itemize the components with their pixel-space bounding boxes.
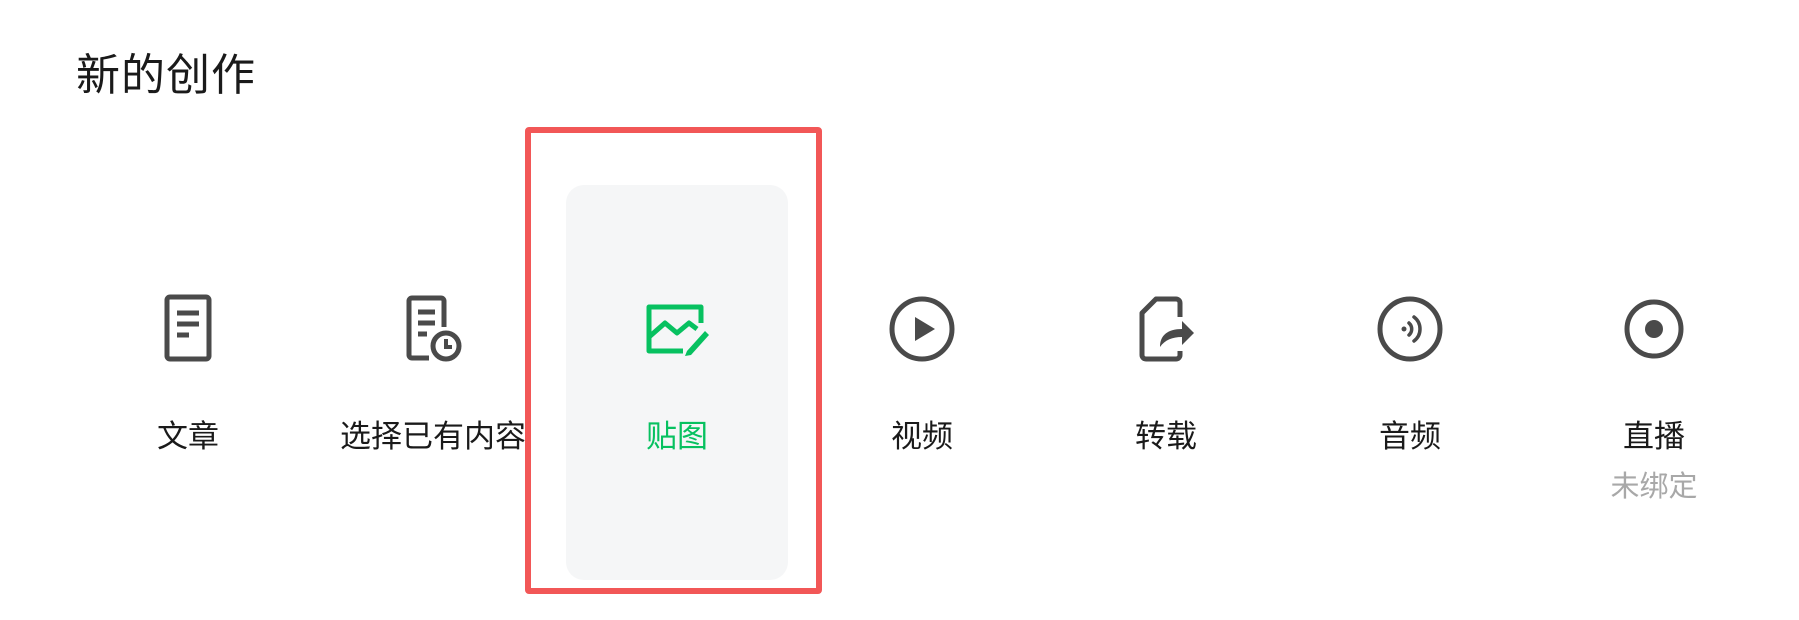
option-image-post[interactable]: 贴图 (566, 185, 788, 580)
live-status-text: 未绑定 (1610, 469, 1698, 503)
option-audio[interactable]: 音频 (1299, 185, 1521, 580)
option-label: 转载 (1135, 419, 1197, 455)
option-label: 文章 (157, 419, 219, 455)
option-label: 贴图 (646, 419, 708, 455)
option-label: 音频 (1379, 419, 1441, 455)
share-forward-icon (1130, 293, 1202, 365)
option-video[interactable]: 视频 (811, 185, 1033, 580)
document-clock-icon (397, 293, 469, 365)
audio-wave-icon (1374, 293, 1446, 365)
option-article[interactable]: 文章 (77, 185, 299, 580)
option-select-existing[interactable]: 选择已有内容 (322, 185, 544, 580)
option-live[interactable]: 直播 未绑定 (1543, 185, 1765, 580)
creation-options: 文章 选择已有内容 贴图 视频 转载 音频 直播 未绑定 (0, 0, 1799, 620)
option-repost[interactable]: 转载 (1055, 185, 1277, 580)
option-label: 选择已有内容 (340, 419, 526, 455)
option-label: 直播 (1623, 419, 1685, 455)
option-label: 视频 (891, 419, 953, 455)
document-icon (152, 293, 224, 365)
play-icon (886, 293, 958, 365)
image-icon (641, 293, 713, 365)
live-record-icon (1618, 293, 1690, 365)
